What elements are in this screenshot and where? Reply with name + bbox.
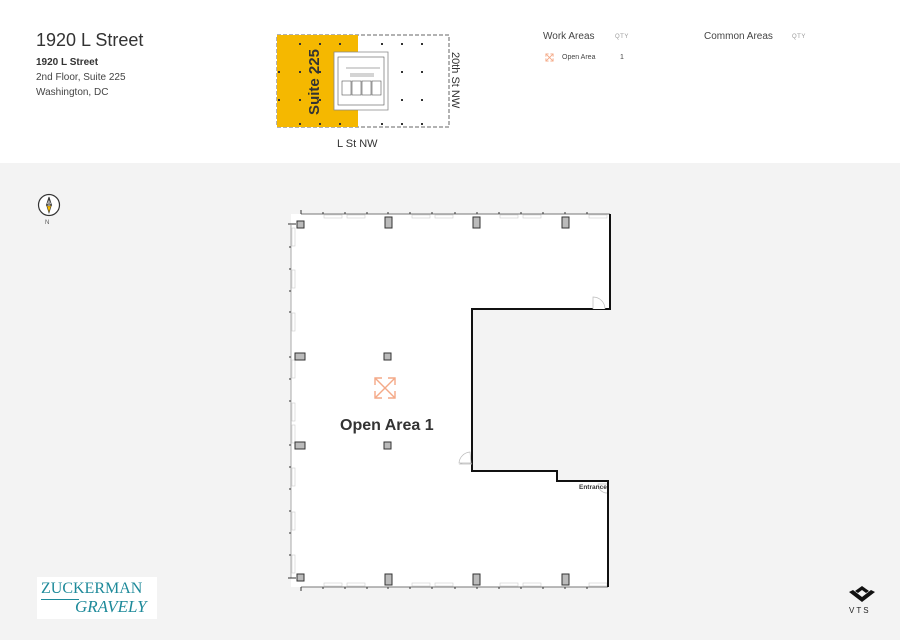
open-area-icon xyxy=(545,53,554,62)
column xyxy=(384,573,393,586)
column xyxy=(384,216,393,229)
column xyxy=(383,352,392,361)
floor-suite: 2nd Floor, Suite 225 xyxy=(36,72,126,83)
column xyxy=(472,216,481,229)
column xyxy=(561,216,570,229)
legend-item-label: Open Area xyxy=(562,54,596,61)
street-label-east: 20th St NW xyxy=(449,52,461,109)
column xyxy=(296,573,305,582)
suite-label: Suite 225 xyxy=(306,49,323,115)
floor-area xyxy=(291,214,610,587)
vts-logo-icon xyxy=(849,586,875,602)
broker-logo: ZUCKERMAN GRAVELY xyxy=(37,577,157,619)
column xyxy=(472,573,481,586)
column xyxy=(383,441,392,450)
column xyxy=(296,220,305,229)
vts-logo-text: VTS xyxy=(849,606,871,615)
broker-logo-rule xyxy=(41,599,79,600)
common-areas-qty-header: QTY xyxy=(792,34,806,40)
legend-item-qty: 1 xyxy=(620,54,624,61)
column xyxy=(294,352,306,361)
compass-icon xyxy=(37,193,61,217)
building-name: 1920 L Street xyxy=(36,57,99,68)
city: Washington, DC xyxy=(36,87,109,98)
work-areas-heading: Work Areas xyxy=(543,31,595,42)
open-area-label: Open Area 1 xyxy=(340,417,434,434)
page-title: 1920 L Street xyxy=(36,30,144,50)
floor-plan xyxy=(288,210,611,591)
common-areas-heading: Common Areas xyxy=(704,31,773,42)
work-areas-qty-header: QTY xyxy=(615,34,629,40)
street-label-south: L St NW xyxy=(337,138,378,150)
column xyxy=(561,573,570,586)
broker-logo-line1: ZUCKERMAN xyxy=(41,580,143,597)
column xyxy=(294,441,306,450)
header: 1920 L Street 1920 L Street 2nd Floor, S… xyxy=(0,0,900,163)
entrance-label: Entrance xyxy=(579,484,607,491)
broker-logo-line2: GRAVELY xyxy=(75,597,147,616)
compass-north-label: N xyxy=(45,220,50,226)
